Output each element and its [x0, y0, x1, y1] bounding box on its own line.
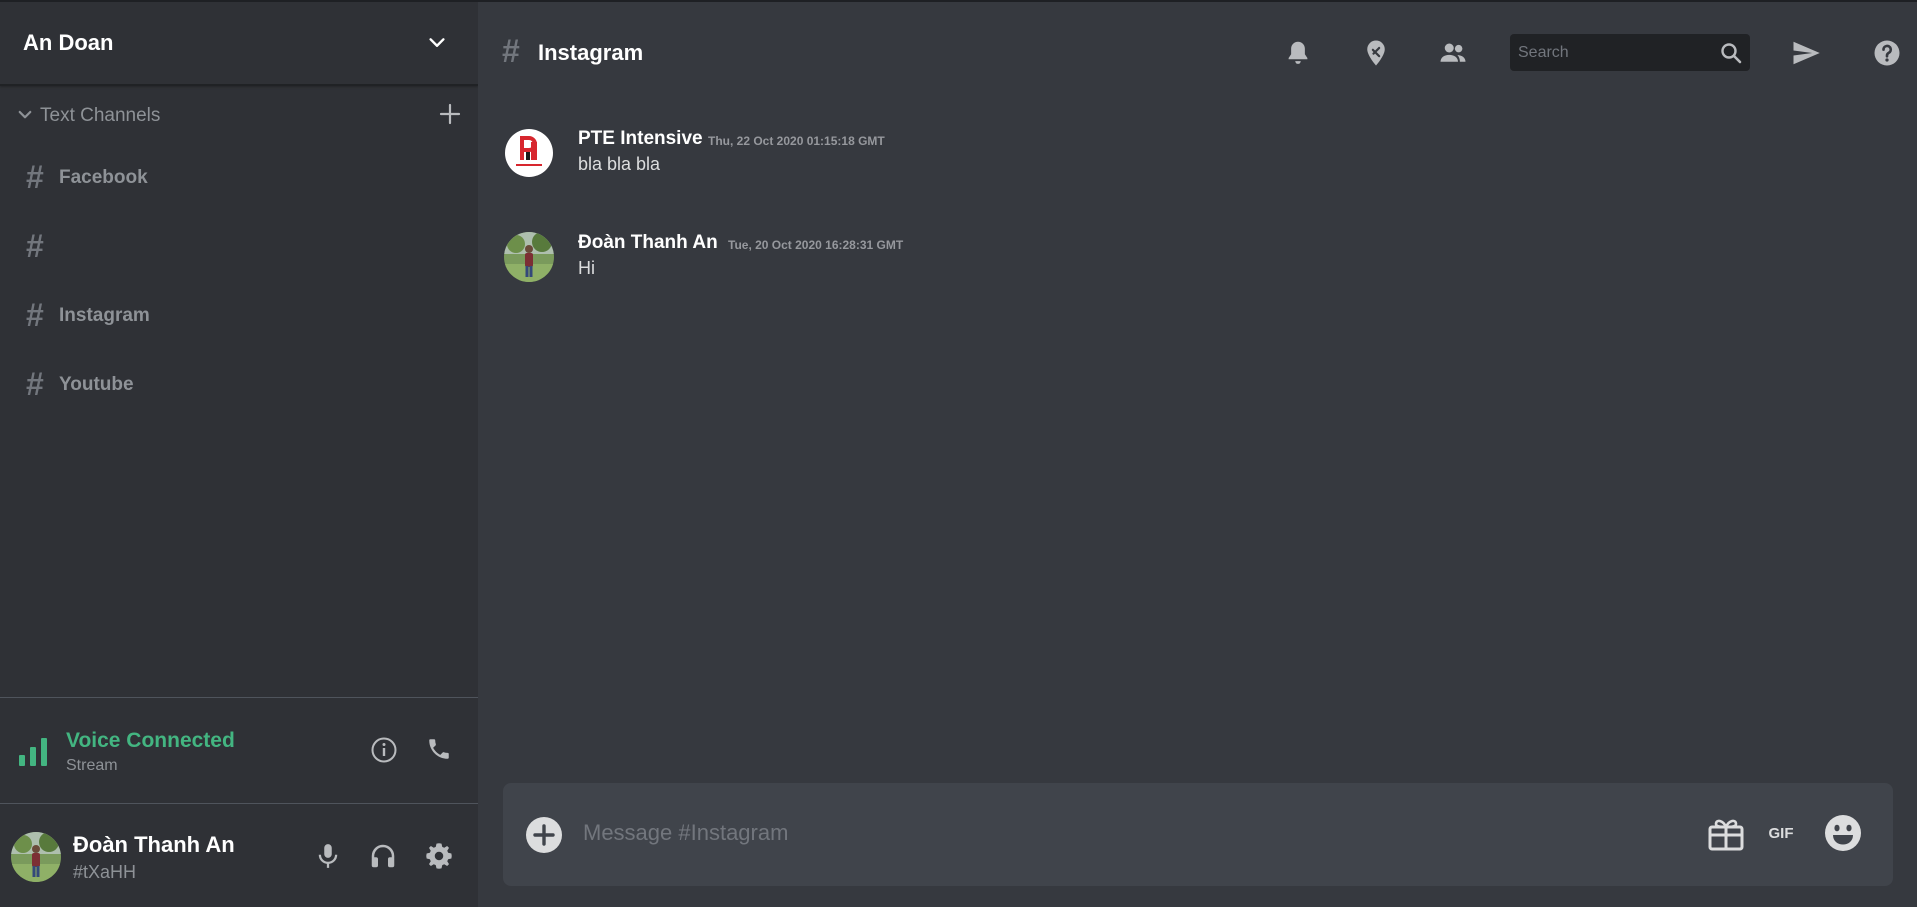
- server-name: An Doan: [23, 30, 114, 55]
- signal-bars-icon[interactable]: [18, 737, 48, 767]
- category-label: Text Channels: [40, 105, 161, 126]
- message-composer: GIF: [503, 783, 1893, 886]
- channel-unnamed[interactable]: #: [0, 225, 478, 269]
- channel-title: Instagram: [538, 40, 644, 65]
- info-icon[interactable]: [370, 736, 398, 764]
- avatar[interactable]: [504, 232, 554, 282]
- hash-icon: #: [26, 228, 44, 264]
- chevron-down-icon[interactable]: [426, 32, 448, 54]
- gif-label: GIF: [1769, 825, 1794, 842]
- search-icon[interactable]: [1719, 41, 1743, 65]
- user-panel: Đoàn Thanh An #tXaHH: [0, 805, 478, 907]
- discord-app: An Doan Text Channels # Facebook # # Ins…: [0, 0, 1917, 907]
- gear-icon[interactable]: [424, 841, 454, 871]
- channel-youtube[interactable]: # Youtube: [0, 363, 478, 407]
- window-top-border: [0, 0, 1917, 2]
- channel-sidebar: An Doan Text Channels # Facebook # # Ins…: [0, 2, 478, 907]
- message-text: bla bla bla: [578, 154, 661, 174]
- avatar[interactable]: [504, 128, 554, 178]
- message-timestamp: Thu, 22 Oct 2020 01:15:18 GMT: [708, 134, 885, 148]
- members-icon[interactable]: [1438, 38, 1468, 68]
- hash-icon: #: [26, 297, 44, 333]
- message-author[interactable]: Đoàn Thanh An: [578, 232, 718, 254]
- user-tag: #tXaHH: [73, 862, 137, 882]
- headphones-icon[interactable]: [368, 841, 398, 871]
- hash-icon: #: [26, 159, 44, 195]
- voice-status-panel: Voice Connected Stream: [0, 697, 478, 804]
- gif-button[interactable]: GIF: [1762, 821, 1800, 845]
- username: Đoàn Thanh An: [73, 832, 235, 857]
- bell-icon[interactable]: [1283, 38, 1313, 68]
- channel-name: Youtube: [59, 374, 134, 395]
- message-timestamp: Tue, 20 Oct 2020 16:28:31 GMT: [728, 238, 904, 252]
- message-item: PTE Intensive Thu, 22 Oct 2020 01:15:18 …: [504, 128, 1904, 188]
- gift-icon[interactable]: [1706, 813, 1746, 853]
- chat-area: # Instagram Search PTE Intensive Thu, 22…: [478, 2, 1917, 907]
- message-item: Đoàn Thanh An Tue, 20 Oct 2020 16:28:31 …: [504, 232, 1904, 292]
- channel-instagram[interactable]: # Instagram: [0, 294, 478, 338]
- chat-header: # Instagram: [478, 2, 1917, 104]
- send-icon[interactable]: [1791, 38, 1821, 68]
- microphone-icon[interactable]: [313, 841, 343, 871]
- channel-name: Facebook: [59, 167, 148, 188]
- search-bar[interactable]: [1510, 34, 1750, 71]
- emoji-icon[interactable]: [1823, 813, 1863, 853]
- search-input[interactable]: [1518, 40, 1708, 65]
- channel-name: Instagram: [59, 305, 150, 326]
- server-header[interactable]: An Doan: [0, 2, 478, 86]
- chevron-down-icon[interactable]: [16, 106, 34, 124]
- message-author[interactable]: PTE Intensive: [578, 128, 703, 150]
- hash-icon: #: [502, 33, 520, 69]
- avatar[interactable]: [11, 832, 61, 882]
- category-text-channels[interactable]: Text Channels: [16, 102, 466, 128]
- plus-circle-icon[interactable]: [525, 816, 563, 854]
- pin-icon[interactable]: [1361, 38, 1391, 68]
- plus-icon[interactable]: [438, 102, 462, 126]
- phone-icon[interactable]: [426, 736, 452, 762]
- message-text: Hi: [578, 258, 595, 278]
- channel-facebook[interactable]: # Facebook: [0, 156, 478, 200]
- hash-icon: #: [26, 366, 44, 402]
- voice-channel-name[interactable]: Stream: [66, 757, 118, 775]
- help-icon[interactable]: [1872, 38, 1902, 68]
- message-input[interactable]: [583, 809, 1683, 857]
- voice-connected-label[interactable]: Voice Connected: [66, 729, 235, 753]
